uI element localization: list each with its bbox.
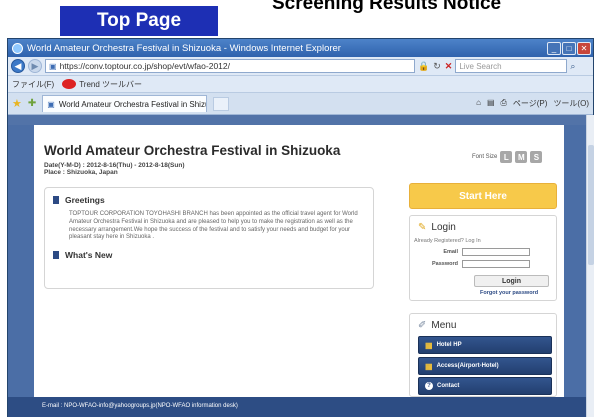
whats-new-title: What's New	[65, 250, 113, 260]
vertical-scrollbar[interactable]	[586, 115, 594, 417]
slide-title: Screening Results Notice	[272, 0, 502, 14]
menu-panel: ✐ Menu ▦ Hotel HP ▦ Access(Airport-Hotel…	[409, 313, 557, 397]
print-icon[interactable]: ⎙	[501, 98, 507, 109]
menu-title: Menu	[431, 320, 457, 331]
greetings-title: Greetings	[65, 195, 105, 205]
site-title: World Amateur Orchestra Festival in Shiz…	[44, 143, 341, 158]
tab-title: World Amateur Orchestra Festival in Shiz…	[58, 99, 208, 109]
start-here-button[interactable]: Start Here	[409, 183, 557, 209]
tab-row: ★ ✚ ▣ World Amateur Orchestra Festival i…	[8, 93, 593, 115]
back-button[interactable]: ◀	[11, 59, 25, 73]
key-icon: ✎	[418, 222, 427, 233]
maximize-icon[interactable]: □	[562, 41, 576, 55]
page-menu[interactable]: ページ(P)	[513, 98, 548, 109]
page-icon: ▣	[49, 61, 57, 71]
stop-icon[interactable]: ✕	[445, 61, 453, 72]
font-size-label: Font Size	[472, 154, 498, 160]
greetings-text: TOPTOUR CORPORATION TOYOHASHI BRANCH has…	[69, 211, 358, 241]
address-row: ◀ ▶ ▣ https://conv.toptour.co.jp/shop/ev…	[8, 57, 593, 76]
password-label: Password	[432, 261, 458, 267]
password-row: Password	[414, 260, 530, 268]
font-size-m-button[interactable]: M	[515, 151, 528, 163]
building-icon: ▦	[425, 361, 433, 371]
section-marker-icon	[53, 251, 59, 259]
forward-button[interactable]: ▶	[28, 59, 42, 73]
login-button[interactable]: Login	[474, 275, 549, 287]
menu-file[interactable]: ファイル(F)	[12, 79, 54, 90]
main-content-box: Greetings TOPTOUR CORPORATION TOYOHASHI …	[44, 187, 374, 289]
home-icon[interactable]: ⌂	[476, 98, 481, 109]
page-viewport: World Amateur Orchestra Festival in Shiz…	[8, 115, 586, 417]
page-content: World Amateur Orchestra Festival in Shiz…	[34, 125, 564, 397]
minimize-icon[interactable]: _	[547, 41, 561, 55]
menu-heading: ✐ Menu	[418, 320, 456, 331]
forgot-password-link[interactable]: Forgot your password	[480, 290, 538, 296]
footer-email: E-mail : NPO-WFAO-info@yahoogroups.jp(NP…	[42, 403, 238, 409]
whats-new-heading: What's New	[53, 250, 112, 260]
email-label: Email	[443, 249, 458, 255]
url-text: https://conv.toptour.co.jp/shop/evt/wfao…	[59, 61, 230, 71]
tools-menu[interactable]: ツール(O)	[553, 98, 589, 109]
font-size-s-button[interactable]: S	[530, 151, 543, 163]
window-titlebar: World Amateur Orchestra Festival in Shiz…	[8, 39, 593, 57]
close-icon[interactable]: ✕	[577, 41, 591, 55]
refresh-icon[interactable]: ↻	[433, 61, 441, 72]
menu-item-contact[interactable]: ? Contact	[418, 377, 552, 395]
email-field[interactable]	[462, 248, 530, 256]
tab-page-icon: ▣	[47, 99, 55, 109]
question-icon: ?	[425, 382, 433, 390]
address-bar[interactable]: ▣ https://conv.toptour.co.jp/shop/evt/wf…	[45, 59, 415, 73]
menu-pencil-icon: ✐	[418, 320, 427, 331]
window-title: World Amateur Orchestra Festival in Shiz…	[27, 42, 341, 54]
section-marker-icon	[53, 196, 59, 204]
feeds-icon[interactable]: ▤	[487, 98, 495, 109]
login-title: Login	[431, 222, 456, 233]
new-tab-button[interactable]	[213, 96, 230, 111]
site-date: Date(Y-M-D) : 2012-8-16(Thu) - 2012-8-18…	[44, 162, 185, 169]
password-field[interactable]	[462, 260, 530, 268]
menu-item-hotel[interactable]: ▦ Hotel HP	[418, 336, 552, 354]
add-favorites-icon[interactable]: ✚	[28, 98, 36, 109]
building-icon: ▦	[425, 340, 433, 350]
command-bar: ⌂ ▤ ⎙ ページ(P) ツール(O)	[476, 98, 589, 109]
scrollbar-thumb[interactable]	[588, 145, 594, 265]
login-heading: ✎ Login	[418, 222, 456, 233]
lock-icon[interactable]: 🔒	[418, 61, 429, 72]
font-size-l-button[interactable]: L	[500, 151, 513, 163]
tab-current[interactable]: ▣ World Amateur Orchestra Festival in Sh…	[42, 95, 208, 112]
trend-toolbar-label: Trend ツールバー	[79, 79, 143, 89]
menu-item-access[interactable]: ▦ Access(Airport-Hotel)	[418, 357, 552, 375]
trend-logo-icon	[62, 79, 77, 90]
site-place: Place : Shizuoka, Japan	[44, 169, 118, 176]
page-footer: E-mail : NPO-WFAO-info@yahoogroups.jp(NP…	[8, 397, 586, 417]
menu-item-label: Hotel HP	[436, 342, 462, 348]
window-controls: _ □ ✕	[547, 41, 591, 55]
search-input[interactable]: Live Search	[455, 59, 568, 73]
email-row: Email	[414, 248, 530, 256]
trend-toolbar[interactable]: Trend ツールバー	[62, 79, 142, 90]
address-tools: 🔒 ↻ ✕	[418, 61, 452, 72]
ie-logo-icon	[12, 42, 23, 54]
font-size-control: Font Size L M S	[472, 151, 543, 163]
menu-toolbar: ファイル(F) Trend ツールバー	[8, 76, 593, 93]
search-icon[interactable]: ⌕	[570, 61, 575, 72]
already-registered-text: Already Registered? Log In	[414, 238, 481, 244]
menu-item-label: Access(Airport-Hotel)	[436, 363, 499, 369]
favorites-star-icon[interactable]: ★	[12, 97, 22, 110]
slide-top-page-label: Top Page	[60, 6, 218, 36]
login-panel: ✎ Login Already Registered? Log In Email…	[409, 215, 557, 301]
page-top-band	[8, 115, 586, 125]
greetings-heading: Greetings	[53, 195, 105, 205]
menu-item-label: Contact	[437, 383, 460, 389]
